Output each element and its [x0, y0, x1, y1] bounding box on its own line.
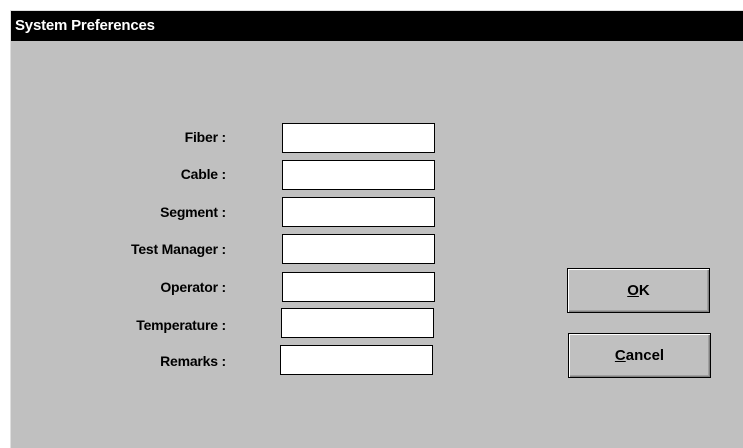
cable-input[interactable]	[282, 160, 435, 190]
ok-button[interactable]: OK	[567, 268, 710, 313]
temperature-input[interactable]	[281, 308, 434, 338]
preferences-window: System Preferences Fiber : Cable : Segme…	[10, 10, 743, 448]
temperature-label: Temperature :	[136, 317, 226, 333]
ok-mnemonic: O	[627, 282, 639, 299]
cancel-mnemonic: C	[614, 347, 626, 364]
title-bar[interactable]: System Preferences	[11, 11, 743, 41]
cancel-label-rest: ancel	[625, 347, 665, 364]
remarks-input[interactable]	[280, 345, 433, 375]
remarks-label: Remarks :	[160, 353, 226, 369]
test-manager-input[interactable]	[282, 234, 435, 264]
ok-label-rest: K	[638, 282, 650, 299]
cancel-button[interactable]: Cancel	[568, 333, 711, 378]
cable-label: Cable :	[180, 166, 226, 182]
segment-label: Segment :	[160, 204, 226, 220]
window-title: System Preferences	[15, 17, 155, 34]
segment-input[interactable]	[282, 197, 435, 227]
operator-label: Operator :	[160, 279, 226, 295]
fiber-label: Fiber :	[184, 129, 227, 145]
operator-input[interactable]	[282, 272, 435, 302]
test-manager-label: Test Manager :	[131, 241, 226, 257]
fiber-input[interactable]	[282, 123, 435, 153]
